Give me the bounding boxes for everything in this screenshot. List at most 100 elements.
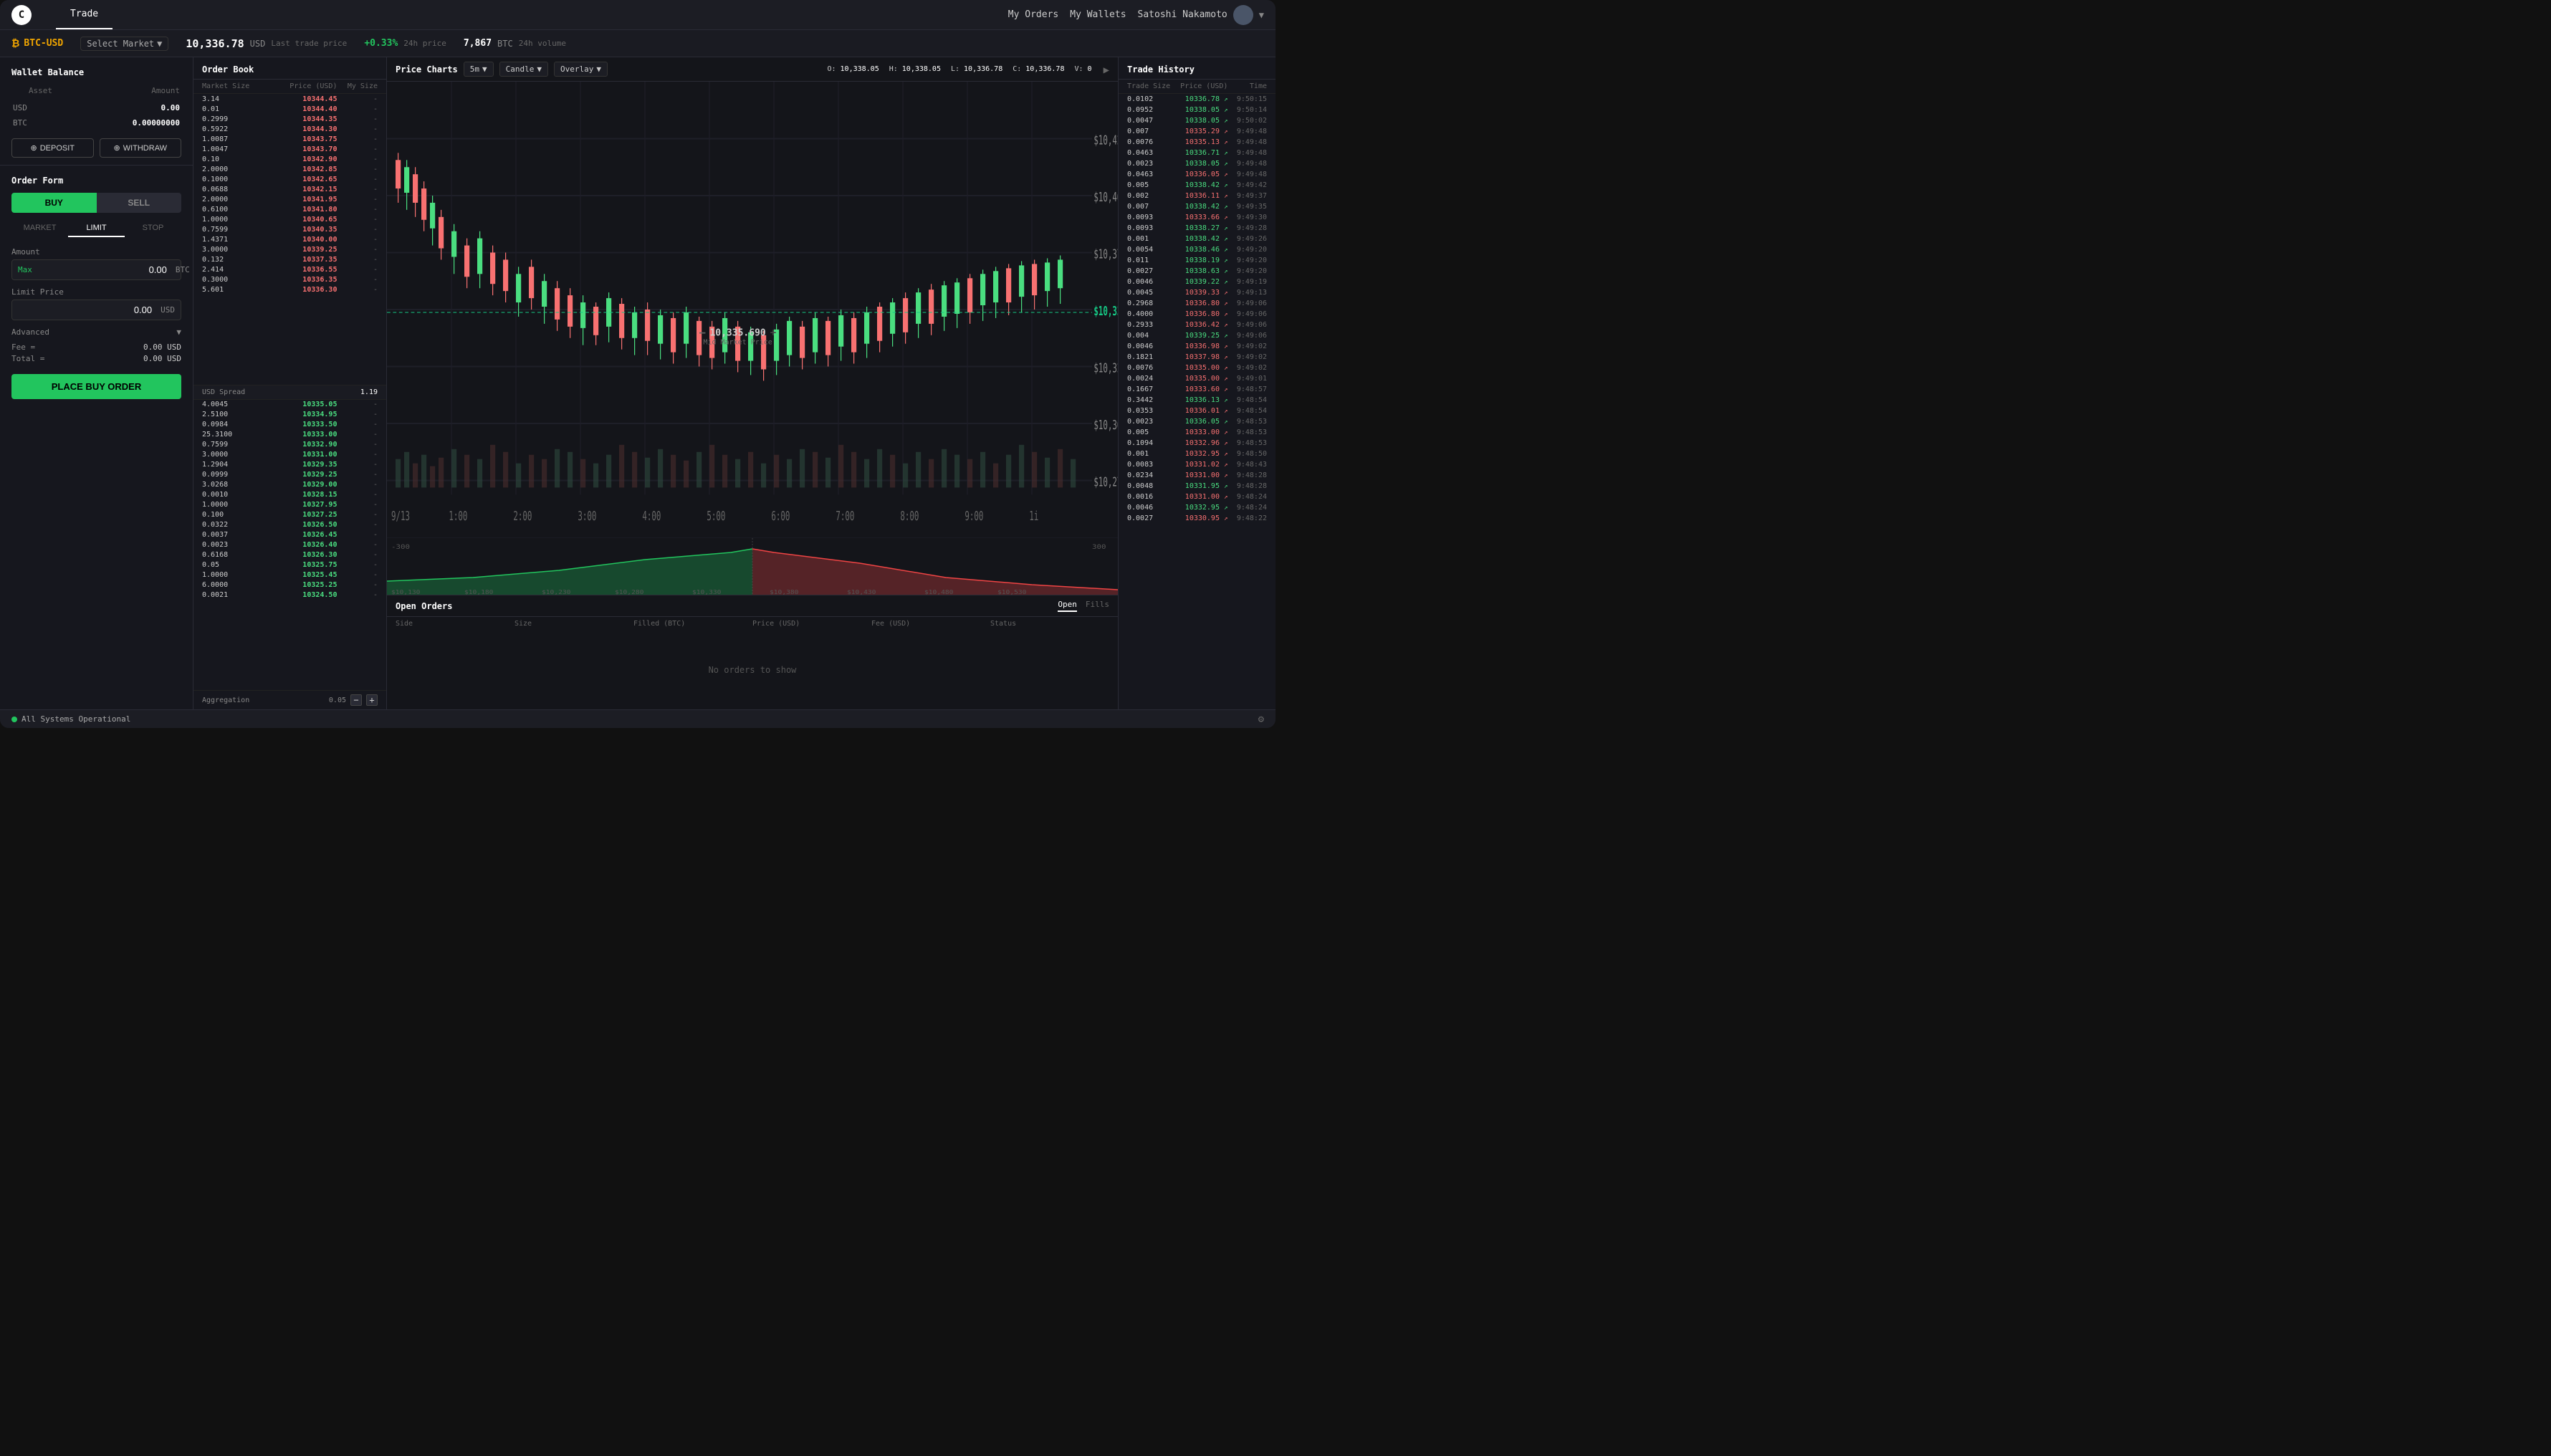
- oo-tab-open[interactable]: Open: [1058, 600, 1077, 612]
- ask-row[interactable]: 1.0087 10343.75 -: [193, 134, 386, 144]
- aggregation-label: Aggregation: [202, 696, 249, 704]
- bid-row[interactable]: 0.0023 10326.40 -: [193, 540, 386, 550]
- bid-row[interactable]: 0.05 10325.75 -: [193, 560, 386, 570]
- th-col-time: Time: [1227, 82, 1267, 90]
- select-market-button[interactable]: Select Market ▼: [80, 37, 168, 51]
- place-buy-order-button[interactable]: PLACE BUY ORDER: [11, 374, 181, 399]
- bid-price: 10333.00: [269, 431, 337, 439]
- bid-row[interactable]: 4.0045 10335.05 -: [193, 400, 386, 410]
- deposit-button[interactable]: ⊕ DEPOSIT: [11, 138, 94, 158]
- trade-price: 10333.66 ↗: [1172, 214, 1227, 221]
- trade-history-row: 0.0234 10331.00 ↗ 9:48:28: [1119, 470, 1276, 481]
- ask-row[interactable]: 3.14 10344.45 -: [193, 94, 386, 104]
- ask-row[interactable]: 0.10 10342.90 -: [193, 154, 386, 164]
- amount-max-link[interactable]: Max: [12, 261, 38, 279]
- ask-row[interactable]: 0.0688 10342.15 -: [193, 184, 386, 194]
- settings-icon[interactable]: ⚙: [1258, 714, 1264, 725]
- bid-row[interactable]: 0.0984 10333.50 -: [193, 420, 386, 430]
- ask-row[interactable]: 0.01 10344.40 -: [193, 104, 386, 114]
- trade-size: 0.007: [1127, 128, 1172, 135]
- bid-my-size: -: [337, 511, 378, 519]
- aggregation-decrease-button[interactable]: −: [350, 694, 362, 706]
- oo-header: Open Orders Open Fills: [387, 595, 1118, 617]
- ask-row[interactable]: 0.3000 10336.35 -: [193, 274, 386, 284]
- sell-tab[interactable]: SELL: [97, 193, 182, 213]
- wallet-table: Asset Amount USD 0.00 BTC 0.00000000: [11, 85, 181, 131]
- bid-row[interactable]: 1.0000 10325.45 -: [193, 570, 386, 580]
- chart-type-selector[interactable]: Candle ▼: [499, 62, 548, 77]
- bid-price: 10325.25: [269, 581, 337, 589]
- bid-row[interactable]: 6.0000 10325.25 -: [193, 580, 386, 590]
- bid-row[interactable]: 1.2904 10329.35 -: [193, 460, 386, 470]
- bid-row[interactable]: 0.0322 10326.50 -: [193, 520, 386, 530]
- ask-qty: 1.0000: [202, 216, 269, 224]
- bid-row[interactable]: 3.0000 10331.00 -: [193, 450, 386, 460]
- trade-time: 9:48:28: [1227, 482, 1267, 490]
- oo-tab-fills[interactable]: Fills: [1086, 600, 1109, 612]
- bid-my-size: -: [337, 561, 378, 569]
- bid-row[interactable]: 0.7599 10332.90 -: [193, 440, 386, 450]
- limit-order-tab[interactable]: LIMIT: [68, 220, 125, 237]
- buy-sell-tabs: BUY SELL: [11, 193, 181, 213]
- bid-qty: 0.100: [202, 511, 269, 519]
- timeframe-selector[interactable]: 5m ▼: [464, 62, 494, 77]
- limit-price-input[interactable]: [12, 300, 155, 320]
- ask-row[interactable]: 0.5922 10344.30 -: [193, 124, 386, 134]
- overlay-selector[interactable]: Overlay ▼: [554, 62, 608, 77]
- trade-history-row: 0.0463 10336.71 ↗ 9:49:48: [1119, 148, 1276, 158]
- bid-row[interactable]: 0.0010 10328.15 -: [193, 490, 386, 500]
- ohlcv-c: C: 10,336.78: [1013, 65, 1064, 73]
- bid-qty: 0.0021: [202, 591, 269, 599]
- user-dropdown-icon[interactable]: ▼: [1259, 10, 1264, 20]
- ask-row[interactable]: 3.0000 10339.25 -: [193, 244, 386, 254]
- ask-qty: 3.14: [202, 95, 269, 103]
- trade-history-row: 0.0048 10331.95 ↗ 9:48:28: [1119, 481, 1276, 492]
- trade-size: 0.1667: [1127, 385, 1172, 393]
- avatar[interactable]: [1233, 5, 1253, 25]
- bid-row[interactable]: 1.0000 10327.95 -: [193, 500, 386, 510]
- aggregation-increase-button[interactable]: +: [366, 694, 378, 706]
- bid-row[interactable]: 25.3100 10333.00 -: [193, 430, 386, 440]
- ask-row[interactable]: 1.0000 10340.65 -: [193, 214, 386, 224]
- ask-row[interactable]: 2.0000 10342.85 -: [193, 164, 386, 174]
- ask-row[interactable]: 0.1000 10342.65 -: [193, 174, 386, 184]
- bid-my-size: -: [337, 571, 378, 579]
- ask-row[interactable]: 5.601 10336.30 -: [193, 284, 386, 294]
- ask-row[interactable]: 0.2999 10344.35 -: [193, 114, 386, 124]
- market-order-tab[interactable]: MARKET: [11, 220, 68, 237]
- ask-row[interactable]: 1.4371 10340.00 -: [193, 234, 386, 244]
- withdraw-button[interactable]: ⊕ WITHDRAW: [100, 138, 182, 158]
- nav-tab-trade[interactable]: Trade: [56, 0, 113, 29]
- ask-row[interactable]: 1.0047 10343.70 -: [193, 144, 386, 154]
- trade-price: 10331.02 ↗: [1172, 461, 1227, 469]
- buy-tab[interactable]: BUY: [11, 193, 97, 213]
- trade-size: 0.0083: [1127, 461, 1172, 469]
- ask-row[interactable]: 0.7599 10340.35 -: [193, 224, 386, 234]
- svg-text:$10,425: $10,425: [1093, 133, 1118, 148]
- chart-nav-icon[interactable]: ▶: [1104, 62, 1109, 76]
- ask-row[interactable]: 0.132 10337.35 -: [193, 254, 386, 264]
- bid-my-size: -: [337, 551, 378, 559]
- logo-icon[interactable]: C: [11, 5, 32, 25]
- trade-price: 10336.80 ↗: [1172, 310, 1227, 318]
- bid-row[interactable]: 0.100 10327.25 -: [193, 510, 386, 520]
- my-wallets-button[interactable]: My Wallets: [1070, 9, 1126, 20]
- trade-size: 0.0093: [1127, 214, 1172, 221]
- bid-row[interactable]: 0.0021 10324.50 -: [193, 590, 386, 600]
- bid-row[interactable]: 0.0999 10329.25 -: [193, 470, 386, 480]
- bid-my-size: -: [337, 451, 378, 459]
- ask-row[interactable]: 2.414 10336.55 -: [193, 264, 386, 274]
- bid-row[interactable]: 3.0268 10329.00 -: [193, 480, 386, 490]
- bid-row[interactable]: 0.6168 10326.30 -: [193, 550, 386, 560]
- amount-input[interactable]: [38, 260, 170, 279]
- open-orders-panel: Open Orders Open Fills Side Size Filled …: [387, 595, 1118, 709]
- limit-price-label: Limit Price: [11, 287, 181, 297]
- ask-row[interactable]: 2.0000 10341.95 -: [193, 194, 386, 204]
- stop-order-tab[interactable]: STOP: [125, 220, 181, 237]
- bid-row[interactable]: 0.0037 10326.45 -: [193, 530, 386, 540]
- my-orders-button[interactable]: My Orders: [1008, 9, 1058, 20]
- ask-row[interactable]: 0.6100 10341.80 -: [193, 204, 386, 214]
- trade-time: 9:48:54: [1227, 396, 1267, 404]
- advanced-toggle[interactable]: Advanced ▼: [11, 327, 181, 337]
- bid-row[interactable]: 2.5100 10334.95 -: [193, 410, 386, 420]
